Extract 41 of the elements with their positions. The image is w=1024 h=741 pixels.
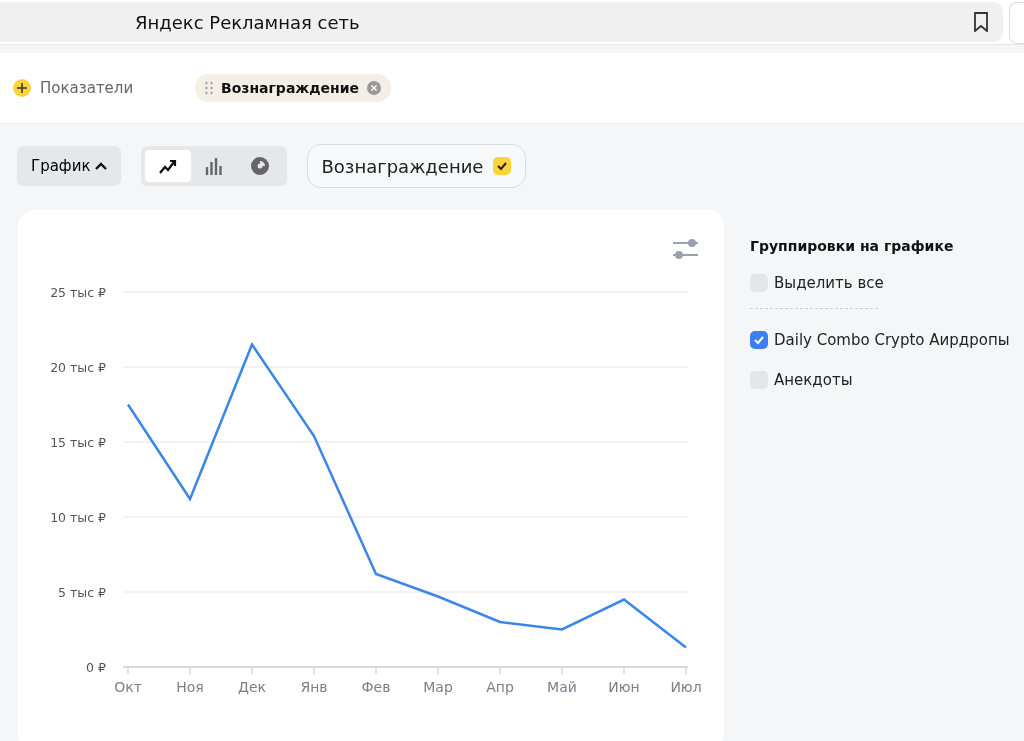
x-tick-label: Дек (238, 679, 266, 695)
x-tick-label: Фев (361, 679, 391, 695)
chip-label: Вознаграждение (221, 80, 360, 96)
page-title: Яндекс Рекламная сеть (135, 11, 360, 33)
chart-type-button[interactable] (144, 150, 191, 182)
x-tick-label: Мар (423, 679, 453, 695)
line-chart-icon (158, 158, 177, 174)
x-tick-label: Ноя (176, 679, 204, 695)
y-tick-label: 25 тыс ₽ (50, 285, 106, 300)
y-tick-label: 15 тыс ₽ (50, 435, 106, 450)
checkbox-label: Daily Combo Crypto Аирдропы (774, 331, 1010, 349)
add-metrics-button[interactable]: Показатели (12, 78, 195, 98)
metric-chip[interactable]: Вознаграждение (195, 74, 392, 102)
pie-chart-icon (249, 156, 270, 176)
bookmark-icon[interactable] (973, 12, 989, 32)
x-tick-label: Июл (670, 679, 702, 695)
y-tick-label: 5 тыс ₽ (58, 585, 106, 600)
bar-chart-icon (204, 157, 223, 175)
y-tick-label: 0 ₽ (86, 660, 106, 675)
metric-toggle[interactable]: Вознаграждение (306, 144, 527, 188)
checkbox[interactable] (493, 157, 512, 175)
checkbox-label: Выделить все (774, 274, 884, 292)
groupings-title: Группировки на графике (750, 238, 955, 254)
x-tick-label: Окт (114, 679, 142, 695)
checkbox[interactable] (750, 331, 768, 349)
x-tick-label: Май (547, 679, 577, 695)
y-tick-label: 10 тыс ₽ (50, 510, 106, 525)
address-bar[interactable]: Яндекс Рекламная сеть (0, 2, 1003, 42)
check-icon (753, 334, 765, 346)
view-dropdown-button[interactable]: График (17, 146, 121, 186)
x-tick-label: Янв (300, 679, 328, 695)
x-tick-label: Июн (608, 679, 640, 695)
y-tick-label: 20 тыс ₽ (50, 360, 106, 375)
settings-sliders-icon[interactable] (672, 239, 699, 259)
checkbox-label: Анекдоты (774, 371, 853, 389)
plus-icon (12, 78, 32, 98)
x-tick-label: Апр (486, 679, 514, 695)
check-icon (496, 160, 509, 172)
caret-icon (94, 162, 107, 170)
drag-handle-icon[interactable] (205, 81, 213, 95)
remove-icon[interactable] (367, 81, 382, 95)
